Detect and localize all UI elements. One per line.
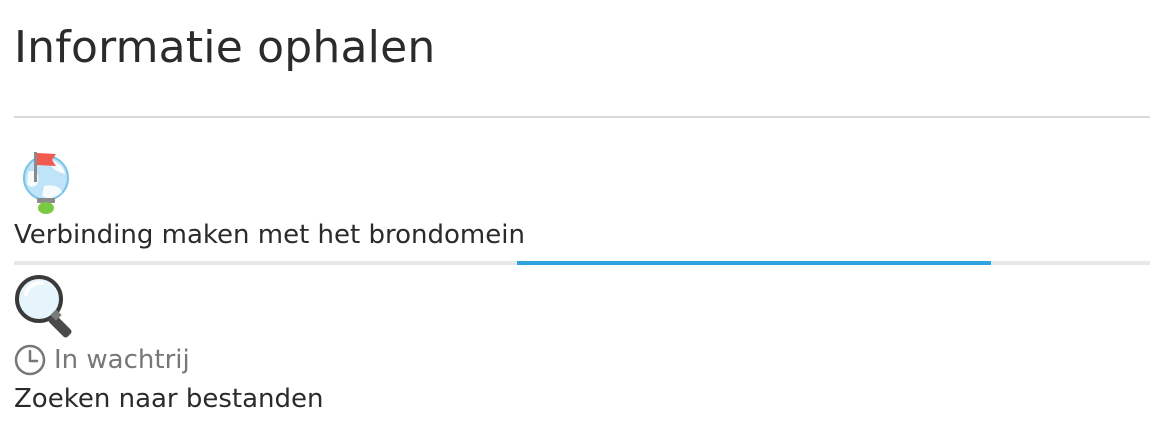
clock-icon	[14, 344, 46, 376]
magnifier-icon	[15, 275, 72, 338]
step-search-label: Zoeken naar bestanden	[14, 384, 324, 414]
title-divider	[14, 116, 1150, 118]
status-queued: In wachtrij	[14, 342, 190, 378]
migration-progress-page: Informatie ophalen Verbinding maken met …	[0, 0, 1168, 438]
status-text: In wachtrij	[54, 345, 190, 375]
progress-bar-fill	[517, 261, 991, 265]
step-connect-label: Verbinding maken met het brondomein	[14, 220, 525, 250]
globe-flag-icon	[23, 152, 69, 214]
page-title: Informatie ophalen	[14, 22, 436, 73]
progress-bar	[14, 261, 1150, 265]
